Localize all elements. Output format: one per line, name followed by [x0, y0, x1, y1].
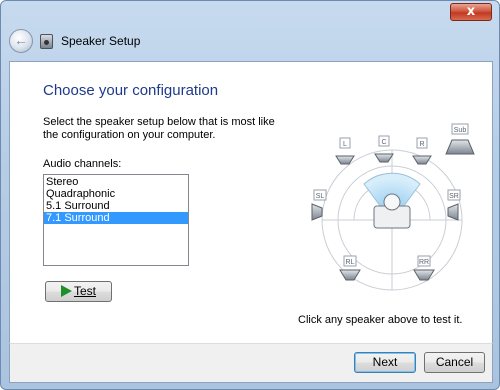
play-icon [60, 285, 72, 297]
window-title: Speaker Setup [61, 34, 141, 48]
cancel-button-label: Cancel [435, 355, 474, 369]
test-button[interactable]: Test [45, 281, 112, 302]
audio-channels-list[interactable]: Stereo Quadraphonic 5.1 Surround 7.1 Sur… [43, 174, 189, 266]
speaker-side-left-label: SL [316, 193, 325, 200]
speaker-rear-left[interactable]: RL [339, 255, 361, 281]
instructions: Select the speaker setup below that is m… [43, 116, 293, 142]
speaker-side-right[interactable]: SR [447, 189, 461, 221]
speaker-right-label: R [419, 141, 424, 148]
speaker-rear-left-label: RL [346, 259, 355, 266]
speaker-left[interactable]: L [335, 137, 355, 165]
back-arrow-icon: ← [14, 32, 28, 48]
close-button[interactable]: x [450, 3, 492, 21]
page-heading: Choose your configuration [43, 82, 219, 99]
next-button-label: Next [372, 355, 398, 369]
instructions-line-2: the configuration on your computer. [43, 129, 216, 141]
speaker-side-right-label: SR [449, 193, 459, 200]
footer: Next Cancel [9, 343, 493, 383]
title-bar: ← Speaker Setup [9, 29, 489, 55]
speaker-setup-window: x ← Speaker Setup Choose your configurat… [0, 0, 500, 390]
speaker-rear-right-label: RR [419, 259, 429, 266]
test-button-label: Test [73, 284, 96, 298]
next-button[interactable]: Next [354, 352, 416, 373]
cancel-button[interactable]: Cancel [424, 352, 485, 373]
content-panel: Choose your configuration Select the spe… [9, 61, 493, 343]
list-item-5-1-surround[interactable]: 5.1 Surround [44, 200, 188, 212]
list-item-stereo[interactable]: Stereo [44, 176, 188, 188]
close-icon: x [466, 4, 476, 19]
instructions-line-1: Select the speaker setup below that is m… [43, 116, 275, 128]
speaker-left-label: L [343, 141, 347, 148]
test-hint: Click any speaker above to test it. [298, 314, 463, 326]
speaker-sub[interactable]: Sub [445, 123, 475, 155]
speaker-center-label: C [381, 139, 386, 146]
list-item-quadraphonic[interactable]: Quadraphonic [44, 188, 188, 200]
audio-channels-label: Audio channels: [43, 158, 122, 170]
speaker-center[interactable]: C [374, 135, 394, 163]
speaker-sub-label: Sub [454, 127, 467, 134]
speaker-icon [40, 34, 53, 49]
speaker-right[interactable]: R [412, 137, 432, 165]
back-button[interactable]: ← [9, 29, 33, 53]
speaker-diagram: L C R Sub SL SR RL RR [311, 123, 475, 291]
list-item-7-1-surround[interactable]: 7.1 Surround [44, 212, 188, 224]
